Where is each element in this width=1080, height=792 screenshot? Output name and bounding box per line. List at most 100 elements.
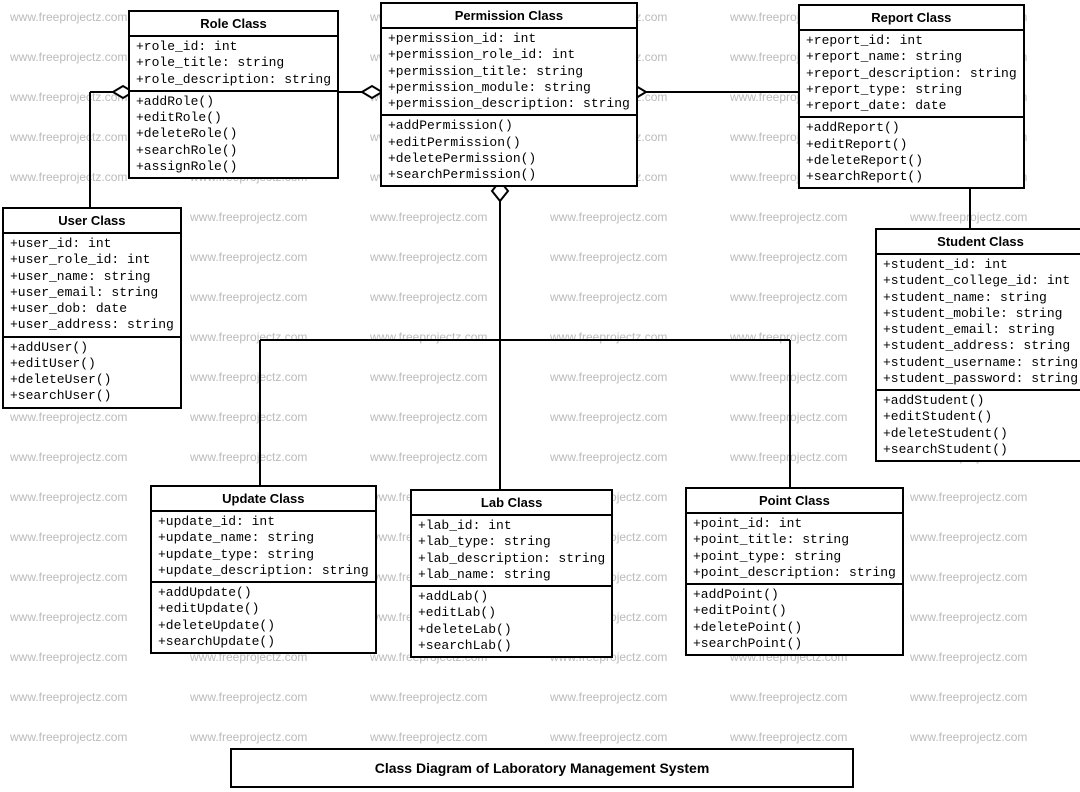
method: +searchUpdate() <box>158 634 369 650</box>
watermark-text: www.freeprojectz.com <box>190 210 307 224</box>
method: +addUser() <box>10 340 174 356</box>
watermark-text: www.freeprojectz.com <box>910 650 1027 664</box>
watermark-text: www.freeprojectz.com <box>10 410 127 424</box>
watermark-text: www.freeprojectz.com <box>10 450 127 464</box>
method: +deletePermission() <box>388 151 630 167</box>
class-point: Point Class +point_id: int +point_title:… <box>685 487 904 656</box>
class-methods: +addUser() +editUser() +deleteUser() +se… <box>4 336 180 407</box>
attr: +student_address: string <box>883 338 1078 354</box>
method: +deleteRole() <box>136 126 331 142</box>
method: +addUpdate() <box>158 585 369 601</box>
class-role: Role Class +role_id: int +role_title: st… <box>128 10 339 179</box>
attr: +user_address: string <box>10 317 174 333</box>
method: +addRole() <box>136 94 331 110</box>
watermark-text: www.freeprojectz.com <box>190 250 307 264</box>
watermark-text: www.freeprojectz.com <box>370 250 487 264</box>
watermark-text: www.freeprojectz.com <box>370 210 487 224</box>
watermark-text: www.freeprojectz.com <box>190 330 307 344</box>
watermark-text: www.freeprojectz.com <box>10 90 127 104</box>
watermark-text: www.freeprojectz.com <box>550 730 667 744</box>
class-attributes: +student_id: int +student_college_id: in… <box>877 255 1080 389</box>
watermark-text: www.freeprojectz.com <box>550 690 667 704</box>
method: +addPermission() <box>388 118 630 134</box>
watermark-text: www.freeprojectz.com <box>910 610 1027 624</box>
class-title: Role Class <box>130 12 337 37</box>
attr: +student_name: string <box>883 290 1078 306</box>
watermark-text: www.freeprojectz.com <box>10 130 127 144</box>
diagram-canvas: www.freeprojectz.com www.freeprojectz.com… <box>0 0 1080 792</box>
method: +deleteStudent() <box>883 426 1078 442</box>
watermark-text: www.freeprojectz.com <box>10 170 127 184</box>
method: +searchRole() <box>136 143 331 159</box>
watermark-text: www.freeprojectz.com <box>370 290 487 304</box>
class-methods: +addUpdate() +editUpdate() +deleteUpdate… <box>152 581 375 652</box>
attr: +point_id: int <box>693 516 896 532</box>
class-permission: Permission Class +permission_id: int +pe… <box>380 2 638 187</box>
method: +editRole() <box>136 110 331 126</box>
method: +editUser() <box>10 356 174 372</box>
watermark-text: www.freeprojectz.com <box>730 210 847 224</box>
method: +deleteLab() <box>418 622 605 638</box>
method: +searchPermission() <box>388 167 630 183</box>
class-methods: +addLab() +editLab() +deleteLab() +searc… <box>412 585 611 656</box>
watermark-text: www.freeprojectz.com <box>10 570 127 584</box>
watermark-text: www.freeprojectz.com <box>190 370 307 384</box>
attr: +student_password: string <box>883 371 1078 387</box>
watermark-text: www.freeprojectz.com <box>190 730 307 744</box>
attr: +lab_type: string <box>418 534 605 550</box>
watermark-text: www.freeprojectz.com <box>910 570 1027 584</box>
watermark-text: www.freeprojectz.com <box>910 490 1027 504</box>
class-user: User Class +user_id: int +user_role_id: … <box>2 207 182 409</box>
class-student: Student Class +student_id: int +student_… <box>875 228 1080 462</box>
watermark-text: www.freeprojectz.com <box>910 210 1027 224</box>
watermark-text: www.freeprojectz.com <box>910 730 1027 744</box>
watermark-text: www.freeprojectz.com <box>730 410 847 424</box>
attr: +user_email: string <box>10 285 174 301</box>
method: +editStudent() <box>883 409 1078 425</box>
method: +editReport() <box>806 137 1017 153</box>
class-attributes: +permission_id: int +permission_role_id:… <box>382 29 636 114</box>
watermark-text: www.freeprojectz.com <box>370 410 487 424</box>
watermark-text: www.freeprojectz.com <box>550 210 667 224</box>
watermark-text: www.freeprojectz.com <box>10 730 127 744</box>
attr: +point_description: string <box>693 565 896 581</box>
method: +searchUser() <box>10 388 174 404</box>
attr: +role_description: string <box>136 72 331 88</box>
watermark-text: www.freeprojectz.com <box>550 250 667 264</box>
class-title: Report Class <box>800 6 1023 31</box>
attr: +student_username: string <box>883 355 1078 371</box>
class-title: Lab Class <box>412 491 611 516</box>
watermark-text: www.freeprojectz.com <box>730 450 847 464</box>
method: +deleteReport() <box>806 153 1017 169</box>
class-methods: +addPermission() +editPermission() +dele… <box>382 114 636 185</box>
method: +searchStudent() <box>883 442 1078 458</box>
method: +addStudent() <box>883 393 1078 409</box>
watermark-text: www.freeprojectz.com <box>550 370 667 384</box>
class-methods: +addReport() +editReport() +deleteReport… <box>800 116 1023 187</box>
watermark-text: www.freeprojectz.com <box>10 50 127 64</box>
attr: +point_type: string <box>693 549 896 565</box>
class-title: Permission Class <box>382 4 636 29</box>
class-methods: +addRole() +editRole() +deleteRole() +se… <box>130 90 337 177</box>
method: +editLab() <box>418 605 605 621</box>
attr: +update_name: string <box>158 530 369 546</box>
class-methods: +addStudent() +editStudent() +deleteStud… <box>877 389 1080 460</box>
method: +addPoint() <box>693 587 896 603</box>
method: +editPoint() <box>693 603 896 619</box>
attr: +student_id: int <box>883 257 1078 273</box>
watermark-text: www.freeprojectz.com <box>730 730 847 744</box>
watermark-text: www.freeprojectz.com <box>730 250 847 264</box>
attr: +role_title: string <box>136 55 331 71</box>
class-update: Update Class +update_id: int +update_nam… <box>150 485 377 654</box>
attr: +permission_id: int <box>388 31 630 47</box>
watermark-text: www.freeprojectz.com <box>10 490 127 504</box>
attr: +lab_name: string <box>418 567 605 583</box>
method: +deleteUpdate() <box>158 618 369 634</box>
method: +searchReport() <box>806 169 1017 185</box>
watermark-text: www.freeprojectz.com <box>190 450 307 464</box>
attr: +report_date: date <box>806 98 1017 114</box>
attr: +lab_description: string <box>418 551 605 567</box>
attr: +permission_module: string <box>388 80 630 96</box>
attr: +permission_title: string <box>388 64 630 80</box>
watermark-text: www.freeprojectz.com <box>370 330 487 344</box>
